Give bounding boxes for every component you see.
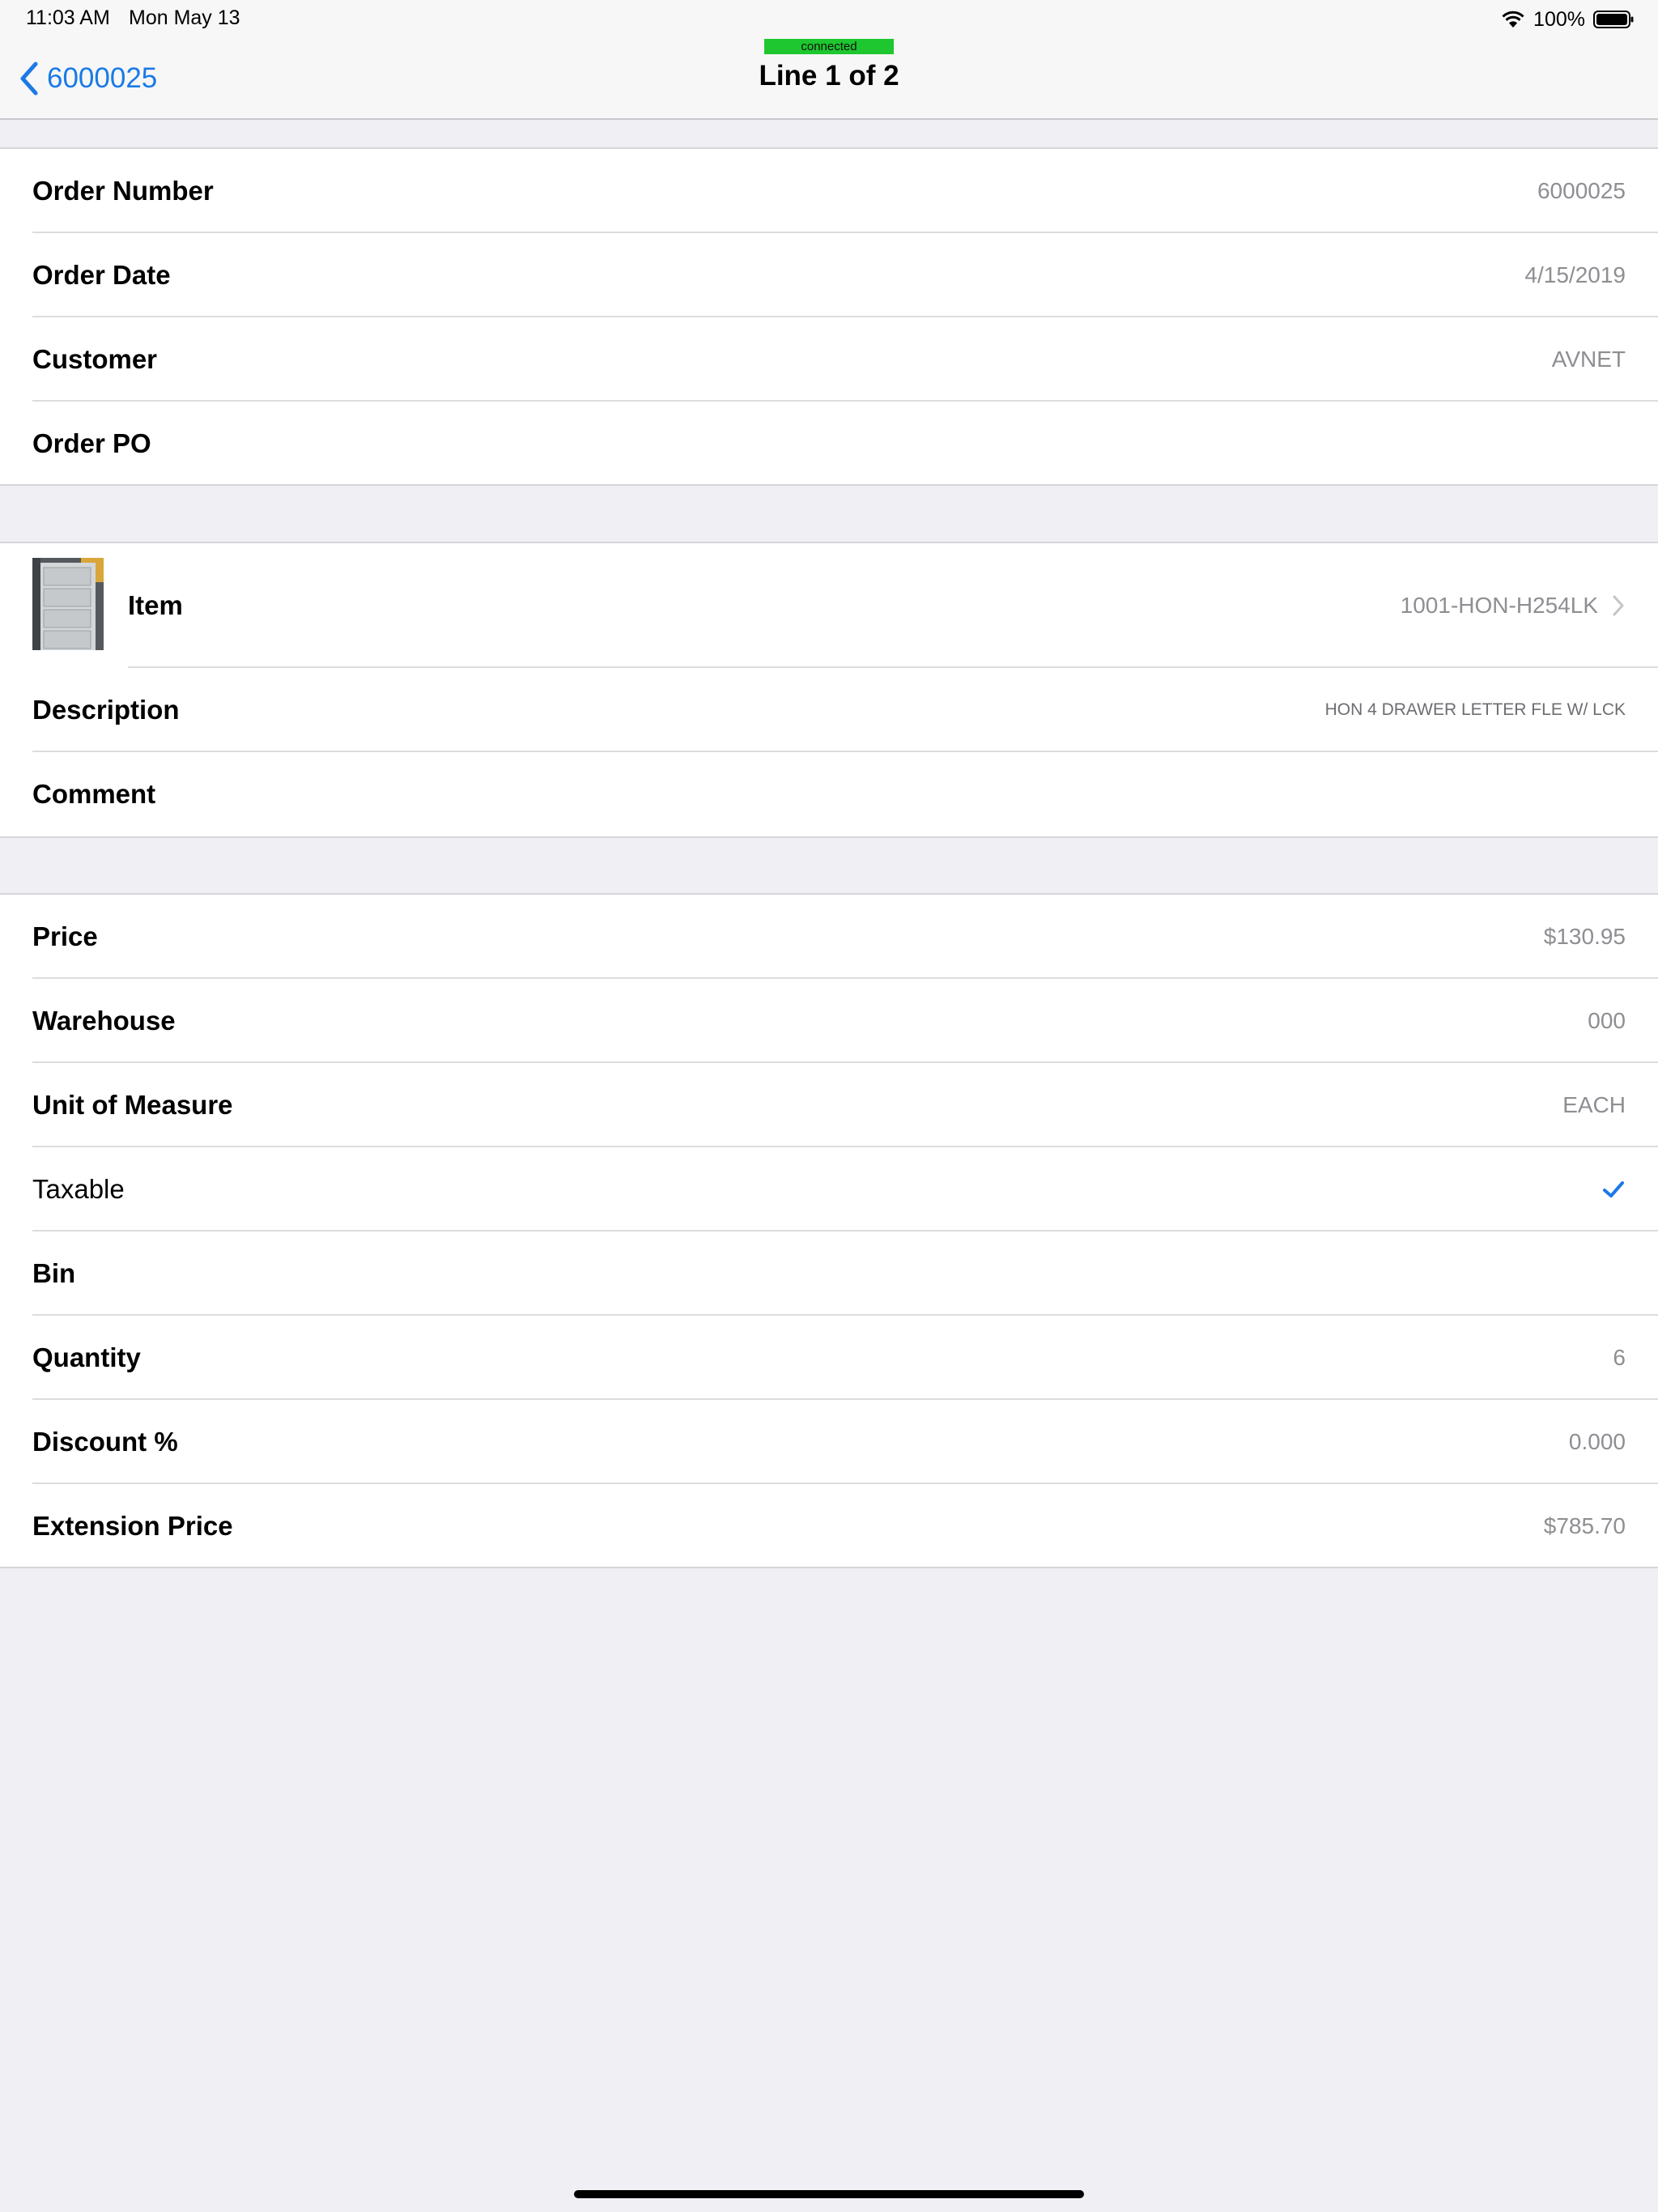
connection-status-badge: connected [764,39,894,54]
item-section: Item 1001-HON-H254LK Description HON 4 D… [0,542,1658,838]
bin-label: Bin [32,1258,76,1288]
order-date-value: 4/15/2019 [1524,262,1626,287]
quantity-label: Quantity [32,1342,141,1372]
item-value: 1001-HON-H254LK [1400,593,1598,618]
order-number-row: Order Number 6000025 [0,149,1658,233]
navigation-bar: 11:03 AM Mon May 13 100% 6000025 connect… [0,0,1658,120]
discount-label: Discount % [32,1427,178,1457]
status-time: 11:03 AM [26,6,110,29]
file-cabinet-image [32,558,104,650]
quantity-value: 6 [1613,1345,1626,1370]
wifi-icon [1502,11,1524,28]
customer-label: Customer [32,344,158,374]
taxable-label: Taxable [32,1174,125,1204]
order-number-value: 6000025 [1537,178,1626,203]
chevron-right-icon [1613,595,1624,616]
order-date-row: Order Date 4/15/2019 [0,233,1658,317]
price-row[interactable]: Price $130.95 [0,895,1658,979]
description-value: HON 4 DRAWER LETTER FLE W/ LCK [1324,700,1626,719]
warehouse-row[interactable]: Warehouse 000 [0,979,1658,1063]
battery-percentage: 100% [1533,7,1585,31]
pricing-section: Price $130.95 Warehouse 000 Unit of Meas… [0,893,1658,1568]
extension-price-label: Extension Price [32,1511,233,1541]
item-row[interactable]: Item 1001-HON-H254LK [0,543,1658,668]
price-value: $130.95 [1543,924,1626,949]
checkmark-icon [1603,1181,1624,1197]
quantity-row[interactable]: Quantity 6 [0,1316,1658,1400]
comment-row[interactable]: Comment [0,752,1658,836]
extension-price-row: Extension Price $785.70 [0,1484,1658,1568]
description-row: Description HON 4 DRAWER LETTER FLE W/ L… [0,668,1658,752]
status-date: Mon May 13 [129,6,240,29]
customer-row: Customer AVNET [0,317,1658,402]
order-po-row[interactable]: Order PO [0,402,1658,486]
item-label: Item [128,590,183,620]
warehouse-label: Warehouse [32,1006,176,1036]
order-date-label: Order Date [32,260,171,290]
unit-of-measure-value: EACH [1562,1092,1626,1117]
bin-row[interactable]: Bin [0,1231,1658,1316]
order-info-section: Order Number 6000025 Order Date 4/15/201… [0,147,1658,486]
taxable-row[interactable]: Taxable [0,1147,1658,1231]
customer-value: AVNET [1551,347,1626,372]
battery-icon [1593,11,1634,28]
warehouse-value: 000 [1588,1008,1626,1033]
status-indicators: 100% [1501,6,1634,32]
order-po-label: Order PO [32,428,151,458]
discount-row[interactable]: Discount % 0.000 [0,1400,1658,1484]
order-number-label: Order Number [32,176,214,206]
item-value-group: 1001-HON-H254LK [1401,543,1626,668]
comment-label: Comment [32,779,156,809]
price-label: Price [32,921,98,951]
home-indicator[interactable] [574,2190,1084,2198]
page-title: Line 1 of 2 [759,60,899,91]
unit-of-measure-row[interactable]: Unit of Measure EACH [0,1063,1658,1147]
taxable-check[interactable] [1601,1147,1626,1231]
extension-price-value: $785.70 [1543,1513,1626,1538]
discount-value: 0.000 [1568,1429,1626,1454]
unit-of-measure-label: Unit of Measure [32,1090,233,1120]
item-thumbnail [32,558,104,650]
description-label: Description [32,695,180,725]
